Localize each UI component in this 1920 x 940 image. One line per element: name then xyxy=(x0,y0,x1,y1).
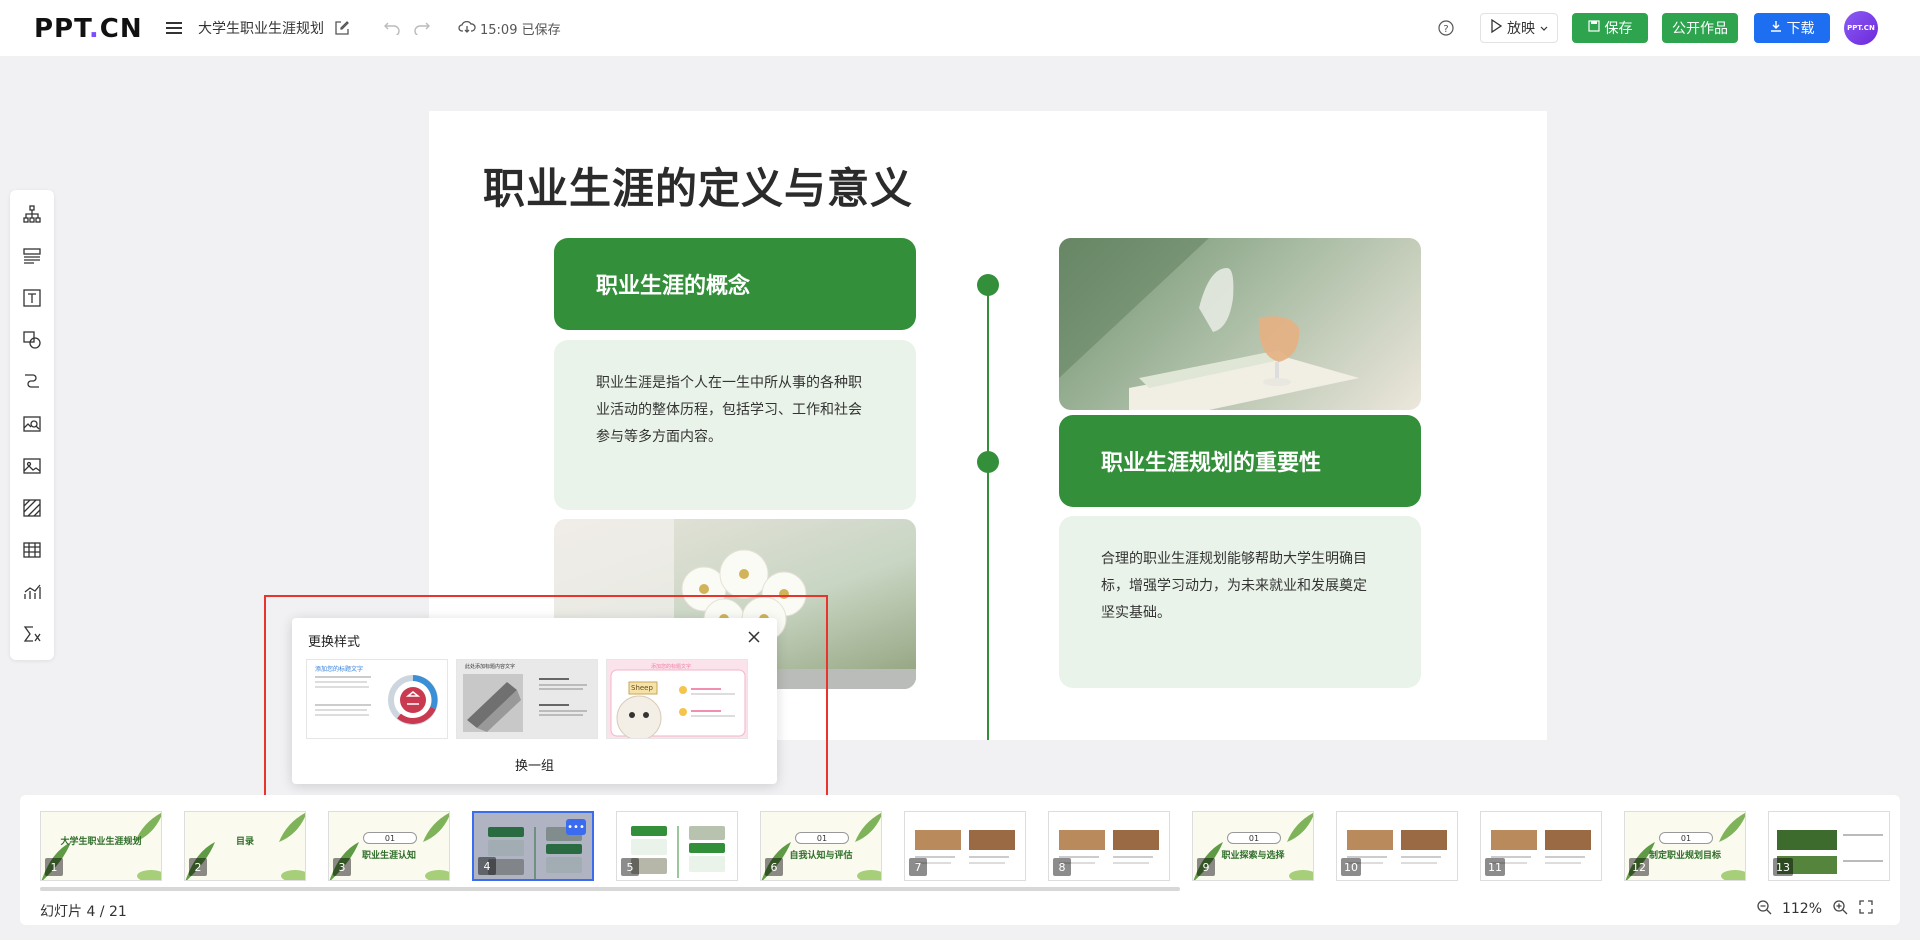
image-search-icon[interactable] xyxy=(20,412,44,436)
thumbnail-number: 8 xyxy=(1053,858,1071,876)
undo-icon[interactable] xyxy=(380,16,404,40)
glass-on-book-photo[interactable] xyxy=(1059,238,1421,410)
save-icon xyxy=(1587,20,1600,36)
ppt-cn-logo[interactable]: PPT.CN xyxy=(34,14,143,44)
slide-thumbnail-3[interactable]: 01 职业生涯认知 3 xyxy=(328,811,450,881)
menu-icon[interactable] xyxy=(162,16,186,40)
section-badge: 01 xyxy=(1227,832,1281,844)
slide-thumbnail-12[interactable]: 01 制定职业规划目标 12 xyxy=(1624,811,1746,881)
section-badge: 01 xyxy=(1659,832,1713,844)
timeline-line xyxy=(987,287,989,740)
timeline-dot xyxy=(977,451,999,473)
section-badge: 01 xyxy=(795,832,849,844)
slide-thumbnail-8[interactable]: 8 xyxy=(1048,811,1170,881)
slide-thumbnail-7[interactable]: 7 xyxy=(904,811,1026,881)
concept-heading-box[interactable]: 职业生涯的概念 xyxy=(554,238,916,330)
slide-thumbnail-5[interactable]: 5 xyxy=(616,811,738,881)
save-button[interactable]: 保存 xyxy=(1572,13,1648,43)
zoom-in-icon[interactable] xyxy=(1832,899,1848,919)
slide-counter: 幻灯片 4 / 21 xyxy=(40,904,127,920)
thumbnail-number: 1 xyxy=(45,858,63,876)
image-icon[interactable] xyxy=(20,454,44,478)
play-icon xyxy=(1490,18,1503,37)
thumbnail-number: 13 xyxy=(1773,858,1793,876)
slide-thumbnail-2[interactable]: 目录 2 xyxy=(184,811,306,881)
zoom-out-icon[interactable] xyxy=(1756,899,1772,919)
avatar[interactable]: PPT.CN xyxy=(1844,11,1878,45)
insert-toolbar xyxy=(10,190,54,660)
play-button[interactable]: 放映 xyxy=(1480,13,1558,43)
save-status: 15:09 已保存 xyxy=(480,22,561,38)
download-icon xyxy=(1770,20,1782,36)
svg-text:?: ? xyxy=(1443,24,1448,35)
importance-heading-box[interactable]: 职业生涯规划的重要性 xyxy=(1059,415,1421,507)
slide-thumbnail-10[interactable]: 10 xyxy=(1336,811,1458,881)
thumbnail-number: 9 xyxy=(1197,858,1215,876)
slide-thumbnail-4[interactable]: ••• 4 xyxy=(472,811,594,881)
thumbnail-number: 10 xyxy=(1341,858,1361,876)
thumbnail-number: 5 xyxy=(621,858,639,876)
connector-line-icon[interactable] xyxy=(20,370,44,394)
top-bar: PPT.CN 大学生职业生涯规划 15:09 已保存 ? 放映 保存 公开作品 … xyxy=(0,0,1920,56)
help-icon[interactable]: ? xyxy=(1434,16,1458,40)
chevron-down-icon xyxy=(1540,20,1548,36)
document-title[interactable]: 大学生职业生涯规划 xyxy=(198,0,324,56)
thumbnail-number: 7 xyxy=(909,858,927,876)
swap-group-button[interactable]: 换一组 xyxy=(292,755,777,774)
close-icon[interactable] xyxy=(745,628,763,646)
zoom-level: 112% xyxy=(1781,901,1822,917)
change-style-popup: 更换样式 添加您的标题文字 此处添加标题内容文字 添加您的标题文字 Sheep … xyxy=(292,618,777,784)
more-options-icon[interactable]: ••• xyxy=(566,819,586,835)
slide-thumbnail-1[interactable]: 大学生职业生涯规划 1 xyxy=(40,811,162,881)
style-option-2[interactable]: 此处添加标题内容文字 xyxy=(456,659,598,739)
slide-thumbnail-6[interactable]: 01 自我认知与评估 6 xyxy=(760,811,882,881)
org-chart-icon[interactable] xyxy=(20,202,44,226)
cloud-icon xyxy=(458,19,476,37)
thumbnail-number: 3 xyxy=(333,858,351,876)
download-button[interactable]: 下载 xyxy=(1754,13,1830,43)
slide-thumbnail-13[interactable]: 13 xyxy=(1768,811,1890,881)
style-option-3-sign: Sheep xyxy=(631,684,653,692)
slide-filmstrip: 大学生职业生涯规划 1 目录 2 01 职业生涯认知 3 ••• 4 5 01 自我认知与评估 6 7 8 0… xyxy=(20,795,1900,925)
shape-icon[interactable] xyxy=(20,328,44,352)
background-pattern-icon[interactable] xyxy=(20,496,44,520)
concept-text-box[interactable]: 职业生涯是指个人在一生中所从事的各种职业活动的整体历程，包括学习、工作和社会参与… xyxy=(554,340,916,510)
importance-text-box[interactable]: 合理的职业生涯规划能够帮助大学生明确目标，增强学习动力，为未来就业和发展奠定坚实… xyxy=(1059,516,1421,688)
redo-icon[interactable] xyxy=(410,16,434,40)
thumbnail-number: 4 xyxy=(478,857,496,875)
timeline-dot xyxy=(977,274,999,296)
table-icon[interactable] xyxy=(20,538,44,562)
slide-thumbnail-9[interactable]: 01 职业探索与选择 9 xyxy=(1192,811,1314,881)
fullscreen-icon[interactable] xyxy=(1858,899,1874,919)
thumbnail-number: 12 xyxy=(1629,858,1649,876)
filmstrip-scrollbar[interactable] xyxy=(40,887,1180,891)
publish-button[interactable]: 公开作品 xyxy=(1662,13,1738,43)
thumbnail-title: 目录 xyxy=(235,837,254,847)
style-option-3[interactable]: 添加您的标题文字 Sheep xyxy=(606,659,748,739)
thumbnail-title: 大学生职业生涯规划 xyxy=(60,837,142,847)
rename-icon[interactable] xyxy=(330,16,354,40)
style-option-1[interactable]: 添加您的标题文字 xyxy=(306,659,448,739)
section-badge: 01 xyxy=(363,832,417,844)
chart-icon[interactable] xyxy=(20,580,44,604)
formula-icon[interactable] xyxy=(20,622,44,646)
text-box-icon[interactable] xyxy=(20,286,44,310)
thumbnail-number: 2 xyxy=(189,858,207,876)
slide-thumbnail-11[interactable]: 11 xyxy=(1480,811,1602,881)
layout-icon[interactable] xyxy=(20,244,44,268)
popup-title: 更换样式 xyxy=(308,635,361,650)
thumbnail-number: 11 xyxy=(1485,858,1505,876)
slide-title[interactable]: 职业生涯的定义与意义 xyxy=(483,155,913,216)
thumbnail-number: 6 xyxy=(765,858,783,876)
zoom-controls: 112% xyxy=(1756,899,1874,919)
